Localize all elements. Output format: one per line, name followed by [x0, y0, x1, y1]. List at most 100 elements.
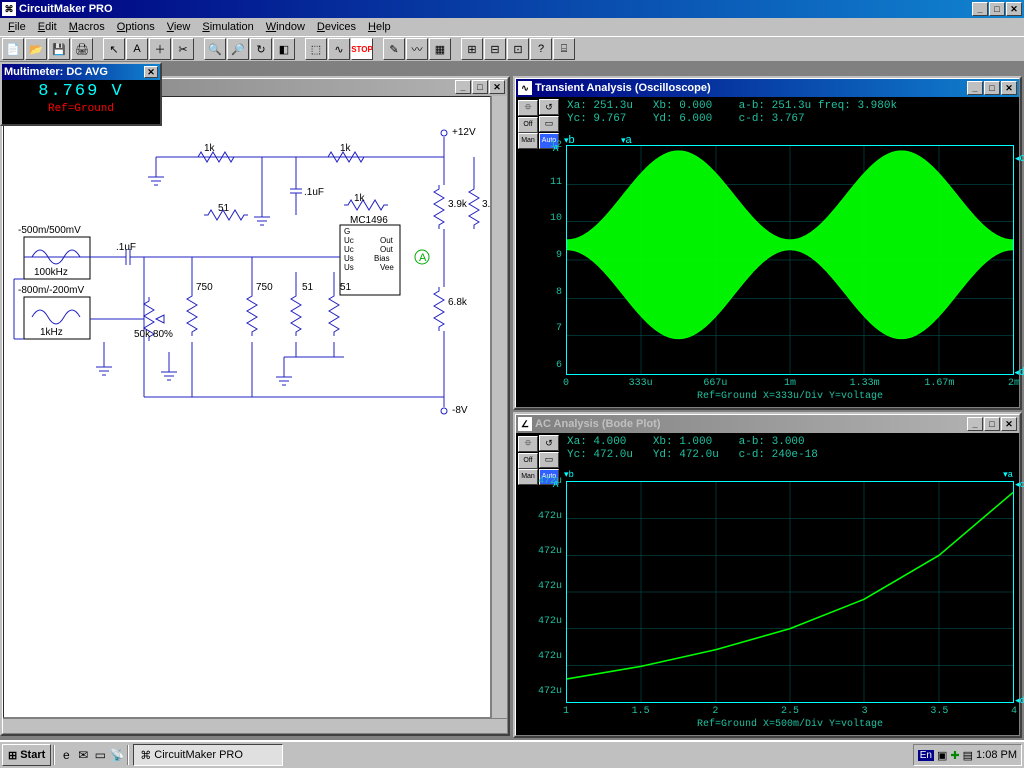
menu-edit[interactable]: Edit [32, 20, 63, 34]
delete-button[interactable]: ✂ [172, 38, 194, 60]
bd-max-button[interactable]: □ [984, 417, 1000, 431]
bode-titlebar[interactable]: ∠ AC Analysis (Bode Plot) _ □ ✕ [516, 415, 1019, 433]
label-r68k: 6.8k [448, 297, 467, 308]
menu-devices[interactable]: Devices [311, 20, 362, 34]
mirror-button[interactable]: ◧ [273, 38, 295, 60]
ql-channels-icon[interactable]: 📡 [109, 747, 125, 763]
tr-cursor-button[interactable]: ⯐ [518, 100, 538, 116]
new-button[interactable]: 📄 [2, 38, 24, 60]
bd-cfg-button[interactable]: ▭ [539, 452, 559, 468]
sch-hscroll[interactable] [3, 718, 507, 733]
maximize-button[interactable]: □ [989, 2, 1005, 16]
bode-scope[interactable]: ⯐↺ Off▭ ManAuto Xa: 4.000 Xb: 1.000 a-b:… [516, 433, 1019, 735]
multimeter-window[interactable]: Multimeter: DC AVG ✕ 8.769 V Ref=Ground [0, 62, 162, 126]
bd-marker-c[interactable]: ◂c [1015, 480, 1024, 490]
multimeter-body: 8.769 V Ref=Ground [2, 80, 160, 124]
menu-window[interactable]: Window [260, 20, 311, 34]
wire-button[interactable]: ＋ [149, 38, 171, 60]
scope-button[interactable]: ▦ [429, 38, 451, 60]
pin-vee: Vee [380, 263, 394, 272]
transient-scope[interactable]: ⯐↺ Off▭ ManAuto Xa: 251.3u Xb: 0.000 a-b… [516, 97, 1019, 407]
trace-button[interactable]: 〰 [406, 38, 428, 60]
ql-mail-icon[interactable]: ✉ [75, 747, 91, 763]
save-button[interactable]: 💾 [48, 38, 70, 60]
bd-cursor-button[interactable]: ⯐ [518, 436, 538, 452]
transient-plot[interactable]: A ▾a ▾b ◂c ◂d 12111098760333u667u1m1.33m… [566, 145, 1014, 375]
schematic-canvas[interactable]: A +12V -8V -500m/500mV 100kHz -800m/-200… [3, 96, 491, 718]
close-button[interactable]: ✕ [1006, 2, 1022, 16]
probe-button[interactable]: ✎ [383, 38, 405, 60]
clock[interactable]: 1:08 PM [976, 749, 1017, 761]
sch-close-button[interactable]: ✕ [489, 80, 505, 94]
tr-marker-d[interactable]: ◂d [1014, 366, 1024, 378]
task-app-button[interactable]: ⌘ CircuitMaker PRO [133, 744, 283, 766]
bd-marker-b[interactable]: ▾b [564, 470, 574, 480]
tray-icon-c[interactable]: ▤ [963, 749, 973, 762]
tool-c-button[interactable]: ⊡ [507, 38, 529, 60]
ql-desktop-icon[interactable]: ▭ [92, 747, 108, 763]
digital-button[interactable]: ⬚ [305, 38, 327, 60]
start-button[interactable]: ⊞ Start [2, 744, 51, 766]
bd-min-button[interactable]: _ [967, 417, 983, 431]
menu-file[interactable]: File [2, 20, 32, 34]
tool-d-button[interactable]: ? [530, 38, 552, 60]
tr-min-button[interactable]: _ [967, 81, 983, 95]
tr-close-button[interactable]: ✕ [1001, 81, 1017, 95]
bode-cursor-info: Xa: 4.000 Xb: 1.000 a-b: 3.000 Yc: 472.0… [562, 433, 1019, 465]
sch-vscroll[interactable] [491, 96, 507, 718]
tool-e-button[interactable]: ⌸ [553, 38, 575, 60]
start-label: Start [20, 749, 45, 761]
label-src1a: -500m/500mV [18, 225, 81, 236]
tr-man-button[interactable]: Man [518, 133, 538, 149]
tray-icon-b[interactable]: ✚ [950, 749, 959, 762]
label-src2b: 1kHz [40, 327, 63, 338]
tr-marker-c[interactable]: ◂c [1015, 152, 1024, 164]
tr-marker-b[interactable]: ▾b [564, 134, 575, 146]
menu-simulation[interactable]: Simulation [196, 20, 259, 34]
tr-marker-a[interactable]: ▾a [621, 134, 632, 146]
minimize-button[interactable]: _ [972, 2, 988, 16]
transient-titlebar[interactable]: ∿ Transient Analysis (Oscilloscope) _ □ … [516, 79, 1019, 97]
bd-reset-button[interactable]: ↺ [539, 435, 559, 451]
schematic-window[interactable]: ▣ mod.ckt* 100%(1) _ □ ✕ [0, 76, 510, 736]
open-button[interactable]: 📂 [25, 38, 47, 60]
scope-icon: ∿ [518, 81, 532, 95]
tr-off-button[interactable]: Off [518, 117, 538, 133]
print-button[interactable]: 🖨 [71, 38, 93, 60]
bode-plot[interactable]: A ▾a ▾b ◂c ◂d 472u472u472u472u472u472u47… [566, 481, 1014, 703]
sch-max-button[interactable]: □ [472, 80, 488, 94]
tool-a-button[interactable]: ⊞ [461, 38, 483, 60]
transient-window[interactable]: ∿ Transient Analysis (Oscilloscope) _ □ … [513, 76, 1022, 410]
bd-off-button[interactable]: Off [518, 453, 538, 469]
lang-indicator[interactable]: En [918, 750, 934, 761]
zoomin-button[interactable]: 🔍 [204, 38, 226, 60]
rotate-button[interactable]: ↻ [250, 38, 272, 60]
tool-b-button[interactable]: ⊟ [484, 38, 506, 60]
bd-man-button[interactable]: Man [518, 469, 538, 485]
ql-ie-icon[interactable]: e [58, 747, 74, 763]
pin-bias: Bias [374, 254, 390, 263]
bd-marker-a[interactable]: ▾a [1003, 470, 1013, 480]
multimeter-titlebar[interactable]: Multimeter: DC AVG ✕ [2, 64, 160, 80]
mm-close-button[interactable]: ✕ [144, 66, 158, 78]
label-r51-a: 51 [218, 203, 229, 214]
cursor-button[interactable]: ↖ [103, 38, 125, 60]
label-r3x: 3. [482, 199, 490, 210]
bd-marker-d[interactable]: ◂d [1015, 696, 1024, 706]
zoomout-button[interactable]: 🔎 [227, 38, 249, 60]
tr-reset-button[interactable]: ↺ [539, 99, 559, 115]
bd-close-button[interactable]: ✕ [1001, 417, 1017, 431]
menu-help[interactable]: Help [362, 20, 397, 34]
bode-window[interactable]: ∠ AC Analysis (Bode Plot) _ □ ✕ ⯐↺ Off▭ … [513, 412, 1022, 738]
tr-max-button[interactable]: □ [984, 81, 1000, 95]
mdi-area: ▣ mod.ckt* 100%(1) _ □ ✕ [0, 62, 1024, 740]
menu-macros[interactable]: Macros [63, 20, 111, 34]
tr-cfg-button[interactable]: ▭ [539, 116, 559, 132]
analog-button[interactable]: ∿ [328, 38, 350, 60]
stop-button[interactable]: STOP [351, 38, 373, 60]
text-button[interactable]: A [126, 38, 148, 60]
tray-icon-a[interactable]: ▣ [937, 749, 947, 762]
sch-min-button[interactable]: _ [455, 80, 471, 94]
menu-options[interactable]: Options [111, 20, 161, 34]
menu-view[interactable]: View [161, 20, 197, 34]
